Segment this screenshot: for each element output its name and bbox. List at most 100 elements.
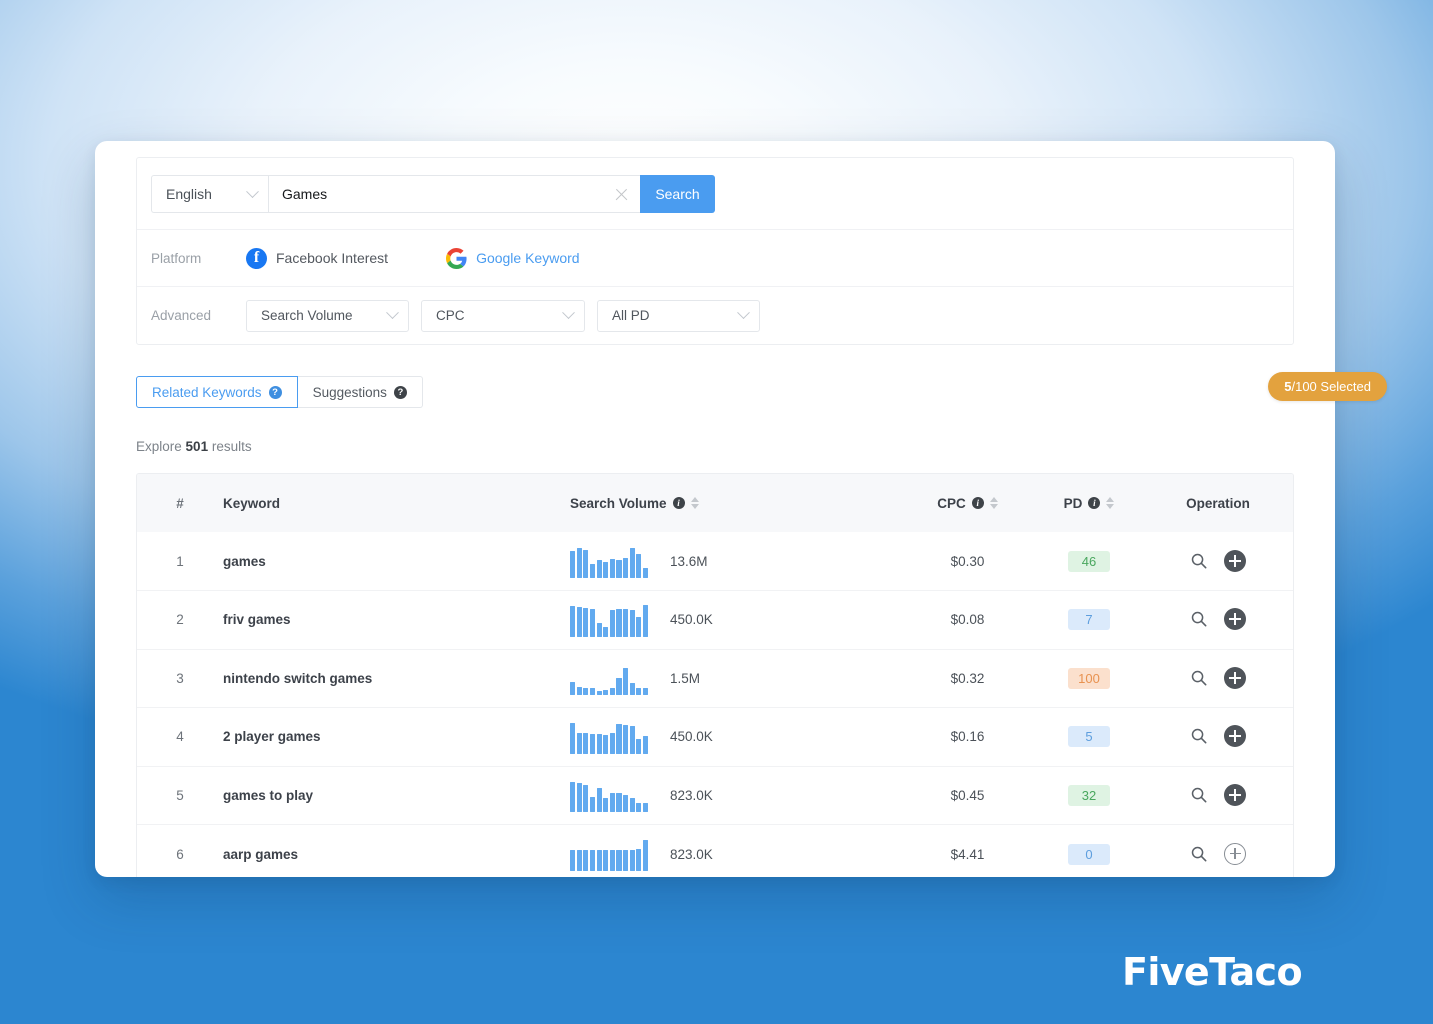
app-card: English Search Platform Facebook Interes… [95,141,1387,877]
tab-related-keywords-label: Related Keywords [152,384,262,400]
spark-bar [583,849,589,871]
row-volume: 450.0K [570,591,900,650]
language-select-value: English [166,186,212,202]
row-keyword-text: nintendo switch games [223,670,373,686]
spark-bar [616,723,622,754]
info-icon[interactable]: i [1088,497,1101,509]
row-volume: 450.0K [570,708,900,767]
keyword-input-wrapper [268,175,640,213]
keyword-input[interactable] [269,176,640,212]
row-index: 5 [176,787,184,803]
platform-option-google[interactable]: Google Keyword [446,247,580,269]
info-icon[interactable]: i [672,497,685,509]
spark-bar [643,839,649,871]
spark-bar [596,560,602,578]
row-volume-value: 13.6M [670,553,708,569]
magnifier-icon[interactable] [1190,669,1208,687]
pd-badge: 100 [1068,667,1110,689]
row-keyword-text: aarp games [223,846,299,862]
spark-bar [609,849,615,871]
row-operation [1143,825,1293,878]
row-keyword-text: 2 player games [223,729,321,745]
spark-bar [570,682,576,696]
search-button[interactable]: Search [640,175,715,213]
spark-bar [589,849,595,871]
clear-icon[interactable] [614,187,629,202]
spark-bar [629,609,635,637]
plus-circle-icon[interactable] [1224,549,1246,572]
row-keyword: games to play [223,766,570,825]
spark-bar [603,849,609,871]
magnifier-icon[interactable] [1190,552,1208,570]
plus-circle-icon[interactable] [1224,666,1246,689]
help-icon[interactable]: ? [268,385,282,399]
search-panel: English Search Platform Facebook Interes… [136,157,1294,345]
volume-sparkline [570,720,649,754]
row-volume-value: 1.5M [670,670,701,686]
spark-bar [643,567,649,578]
pd-badge: 5 [1068,726,1110,748]
tab-suggestions[interactable]: Suggestions ? [297,376,423,408]
magnifier-icon[interactable] [1190,610,1208,628]
table-header: # Keyword Search Volume i CPC i PD i Ope… [137,474,1293,532]
spark-bar [576,849,582,871]
row-index: 1 [176,553,184,569]
keywords-table: # Keyword Search Volume i CPC i PD i Ope… [137,474,1293,877]
spark-bar [623,557,629,578]
spark-bar [616,608,622,637]
row-keyword: friv games [223,591,570,650]
filter-pd[interactable]: All PD [597,299,760,332]
selected-count-badge: 5/100 Selected [1268,372,1387,401]
magnifier-icon[interactable] [1190,786,1208,804]
filter-search-volume[interactable]: Search Volume [246,299,409,332]
row-keyword-text: friv games [223,612,291,628]
spark-bar [643,736,649,754]
spark-bar [583,785,589,813]
magnifier-icon[interactable] [1190,845,1208,863]
spark-bar [589,608,595,637]
spark-bar [570,550,576,578]
sort-arrows-icon[interactable] [690,497,699,509]
help-icon[interactable]: ? [393,385,407,399]
row-volume: 823.0K [570,766,900,825]
plus-circle-icon[interactable] [1224,842,1246,865]
platform-option-facebook[interactable]: Facebook Interest [246,247,388,269]
volume-sparkline [570,544,649,578]
spark-bar [623,608,629,637]
plus-circle-icon[interactable] [1224,725,1246,748]
info-icon[interactable]: i [971,497,984,509]
spark-bar [583,607,589,637]
plus-circle-icon[interactable] [1224,783,1246,806]
advanced-label: Advanced [151,308,212,323]
spark-bar [603,561,609,578]
language-select[interactable]: English [151,175,268,213]
spark-bar [589,564,595,578]
row-volume: 13.6M [570,532,900,591]
row-cpc: $0.30 [950,553,985,569]
chevron-down-icon [386,306,399,320]
chevron-down-icon [562,306,575,320]
magnifier-icon[interactable] [1190,727,1208,745]
filter-cpc-label: CPC [436,308,465,323]
plus-circle-icon[interactable] [1224,608,1246,631]
spark-bar [609,559,615,578]
row-index: 4 [176,729,184,745]
row-keyword: nintendo switch games [223,649,570,708]
spark-bar [583,687,589,696]
row-volume: 1.5M [570,649,900,708]
spark-bar [576,732,582,754]
tab-related-keywords[interactable]: Related Keywords ? [136,376,298,408]
keywords-table-wrapper: # Keyword Search Volume i CPC i PD i Ope… [136,473,1294,877]
spark-bar [609,733,615,754]
spark-bar [616,792,622,813]
column-header-cpc: CPC i [900,474,1035,532]
filter-cpc[interactable]: CPC [421,299,585,332]
table-body: 1 games 13.6M $0.30 46 2 friv games 450.… [137,532,1293,877]
row-pd: 5 [1035,708,1143,767]
sort-arrows-icon[interactable] [1106,497,1115,509]
row-keyword-text: games [223,553,266,569]
sort-arrows-icon[interactable] [989,497,998,509]
table-row: 5 games to play 823.0K $0.45 32 [137,766,1293,825]
platform-row: Platform Facebook Interest [137,230,1293,287]
spark-bar [570,723,576,754]
